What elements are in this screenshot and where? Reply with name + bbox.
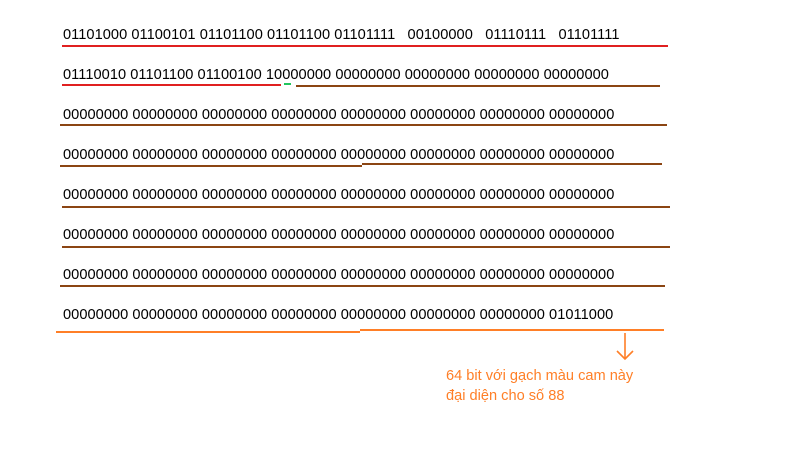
bit-row-1: 01101000 01100101 01101100 01101100 0110…	[63, 27, 620, 43]
annotation-note: 64 bit với gạch màu cam này đại diện cho…	[446, 366, 633, 406]
padding-underline-row-5	[62, 206, 670, 208]
bit-row-6: 00000000 00000000 00000000 00000000 0000…	[63, 227, 615, 243]
padding-underline-row-4a	[60, 165, 362, 167]
bit-row-8: 00000000 00000000 00000000 00000000 0000…	[63, 307, 614, 323]
arrow-down-icon	[616, 333, 634, 361]
bit-row-5: 00000000 00000000 00000000 00000000 0000…	[63, 187, 615, 203]
length-underline-row-8a	[56, 331, 360, 333]
padding-underline-row-3	[60, 124, 667, 126]
padding-underline-row-7	[60, 285, 665, 287]
padding-underline-row-2	[296, 85, 660, 87]
bit-row-4: 00000000 00000000 00000000 00000000 0000…	[63, 147, 615, 163]
bit-row-3: 00000000 00000000 00000000 00000000 0000…	[63, 107, 615, 123]
annotation-line-2: đại diện cho số 88	[446, 388, 565, 404]
message-underline-row-1	[62, 45, 668, 47]
bit-row-7: 00000000 00000000 00000000 00000000 0000…	[63, 267, 615, 283]
message-underline-row-2	[62, 84, 281, 86]
padding-underline-row-6	[62, 246, 670, 248]
boundary-marker	[284, 83, 291, 85]
bit-row-2: 01110010 01101100 01100100 10000000 0000…	[63, 67, 609, 83]
length-underline-row-8b	[360, 329, 664, 331]
annotation-line-1: 64 bit với gạch màu cam này	[446, 368, 634, 384]
padding-underline-row-4b	[362, 163, 662, 165]
